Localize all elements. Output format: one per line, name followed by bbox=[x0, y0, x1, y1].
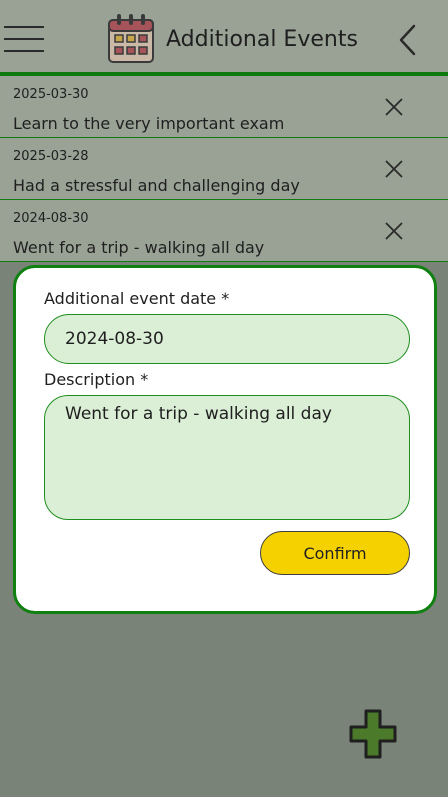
event-date: 2024-08-30 bbox=[13, 211, 89, 226]
event-description: Learn to the very important exam bbox=[13, 114, 285, 133]
events-list: 2025-03-30 Learn to the very important e… bbox=[0, 76, 448, 262]
edit-event-dialog: Additional event date * 2024-08-30 Descr… bbox=[13, 265, 437, 614]
date-value: 2024-08-30 bbox=[65, 329, 164, 349]
event-description: Had a stressful and challenging day bbox=[13, 176, 300, 195]
date-field[interactable]: 2024-08-30 bbox=[44, 314, 410, 364]
calendar-icon bbox=[108, 14, 154, 63]
app-header: Additional Events bbox=[0, 0, 448, 76]
description-label: Description * bbox=[44, 370, 149, 389]
close-icon[interactable] bbox=[385, 98, 403, 116]
hamburger-menu-icon[interactable] bbox=[4, 26, 44, 52]
chevron-left-icon[interactable] bbox=[396, 22, 420, 58]
event-date: 2025-03-28 bbox=[13, 149, 89, 164]
close-icon[interactable] bbox=[385, 160, 403, 178]
list-item[interactable]: 2024-08-30 Went for a trip - walking all… bbox=[0, 200, 448, 262]
page-title: Additional Events bbox=[166, 27, 358, 52]
event-description: Went for a trip - walking all day bbox=[13, 238, 265, 257]
event-date: 2025-03-30 bbox=[13, 87, 89, 102]
date-label: Additional event date * bbox=[44, 289, 230, 308]
close-icon[interactable] bbox=[385, 222, 403, 240]
description-field[interactable]: Went for a trip - walking all day bbox=[44, 395, 410, 520]
list-item[interactable]: 2025-03-28 Had a stressful and challengi… bbox=[0, 138, 448, 200]
list-item[interactable]: 2025-03-30 Learn to the very important e… bbox=[0, 76, 448, 138]
confirm-button[interactable]: Confirm bbox=[260, 531, 410, 575]
plus-icon[interactable] bbox=[349, 708, 397, 760]
